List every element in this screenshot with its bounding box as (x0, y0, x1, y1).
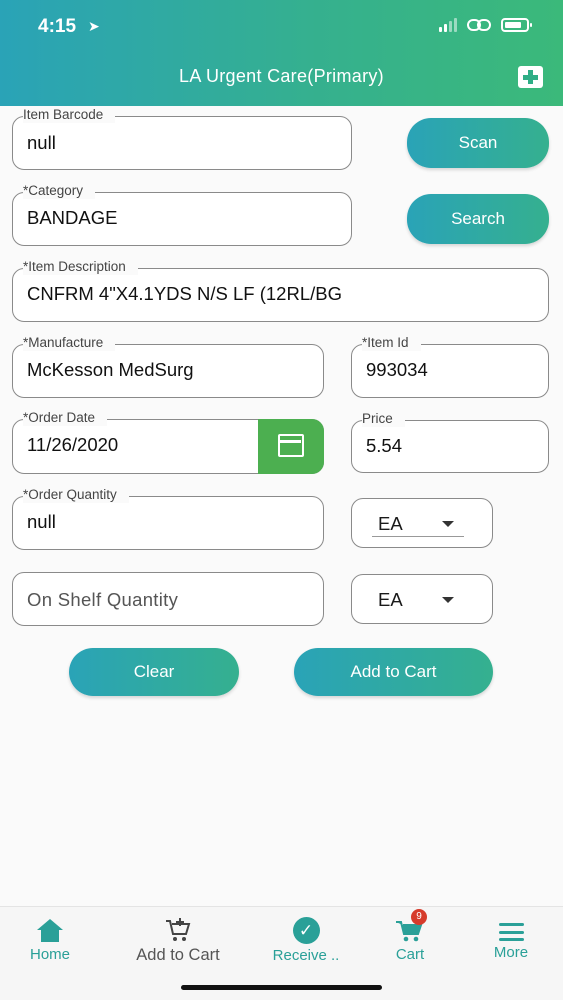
order-date-label: *Order Date (23, 410, 108, 426)
add-to-cart-button[interactable]: Add to Cart (294, 648, 493, 696)
cart-icon: 9 (395, 909, 427, 943)
add-plus-icon[interactable] (518, 66, 543, 88)
tab-add-to-cart[interactable]: Add to Cart (124, 915, 232, 965)
category-field[interactable]: *Category BANDAGE (12, 183, 352, 246)
signal-icon (439, 18, 457, 32)
tab-home-label: Home (29, 946, 70, 963)
app-header: 4:15 ➤ LA Urgent Care(Primary) (0, 0, 563, 106)
order-quantity-label: *Order Quantity (23, 487, 129, 503)
tab-receive-label: Receive .. (272, 947, 340, 964)
category-value: BANDAGE (27, 207, 118, 228)
tab-more[interactable]: More (486, 915, 536, 961)
item-id-value: 993034 (366, 359, 428, 380)
price-value: 5.54 (366, 435, 403, 456)
item-barcode-value: null (27, 132, 56, 153)
item-description-label: *Item Description (23, 259, 138, 275)
cart-plus-icon (166, 918, 191, 941)
scan-button[interactable]: Scan (407, 118, 549, 168)
item-barcode-label: Item Barcode (23, 107, 116, 123)
on-shelf-quantity-placeholder: On Shelf Quantity (27, 589, 179, 610)
tab-add-to-cart-label: Add to Cart (136, 946, 220, 964)
calendar-button[interactable] (258, 419, 324, 474)
order-unit-value: EA (378, 513, 403, 534)
link-icon (467, 19, 491, 31)
order-quantity-field[interactable]: *Order Quantity null (12, 487, 324, 550)
item-id-field[interactable]: *Item Id 993034 (351, 335, 549, 398)
tab-receive[interactable]: ✓ Receive .. (258, 915, 354, 964)
price-label: Price (362, 411, 405, 427)
shelf-unit-select[interactable]: EA (351, 574, 493, 624)
chevron-down-icon (442, 521, 454, 527)
manufacture-value: McKesson MedSurg (27, 359, 194, 380)
item-id-label: *Item Id (362, 335, 421, 351)
tab-cart-label: Cart (395, 946, 425, 963)
price-field[interactable]: Price 5.54 (351, 411, 549, 473)
page-title: LA Urgent Care(Primary) (179, 66, 384, 86)
check-circle-icon: ✓ (292, 917, 320, 944)
home-icon (37, 919, 63, 943)
manufacture-field[interactable]: *Manufacture McKesson MedSurg (12, 335, 324, 398)
battery-icon (501, 18, 532, 32)
status-time: 4:15 (38, 16, 77, 37)
manufacture-label: *Manufacture (23, 335, 116, 351)
order-quantity-value: null (27, 511, 56, 532)
home-indicator[interactable] (181, 985, 382, 990)
search-button[interactable]: Search (407, 194, 549, 244)
category-label: *Category (23, 183, 96, 199)
tab-home[interactable]: Home (20, 915, 80, 963)
tab-more-label: More (493, 944, 529, 961)
cart-badge: 9 (411, 909, 427, 925)
order-date-value: 11/26/2020 (27, 434, 119, 455)
calendar-icon (278, 434, 304, 457)
chevron-down-icon (442, 597, 454, 603)
tab-cart[interactable]: 9 Cart (388, 909, 432, 963)
clear-button[interactable]: Clear (69, 648, 239, 696)
shelf-unit-value: EA (378, 589, 403, 610)
item-description-value: CNFRM 4"X4.1YDS N/S LF (12RL/BG (27, 283, 342, 304)
item-description-field[interactable]: *Item Description CNFRM 4"X4.1YDS N/S LF… (12, 259, 549, 322)
menu-icon (498, 923, 524, 941)
status-icons (439, 18, 532, 32)
on-shelf-quantity-field[interactable]: On Shelf Quantity (12, 572, 324, 626)
order-unit-select[interactable]: EA (351, 498, 493, 548)
item-barcode-field[interactable]: Item Barcode null (12, 107, 352, 170)
location-arrow-icon: ➤ (88, 18, 100, 34)
